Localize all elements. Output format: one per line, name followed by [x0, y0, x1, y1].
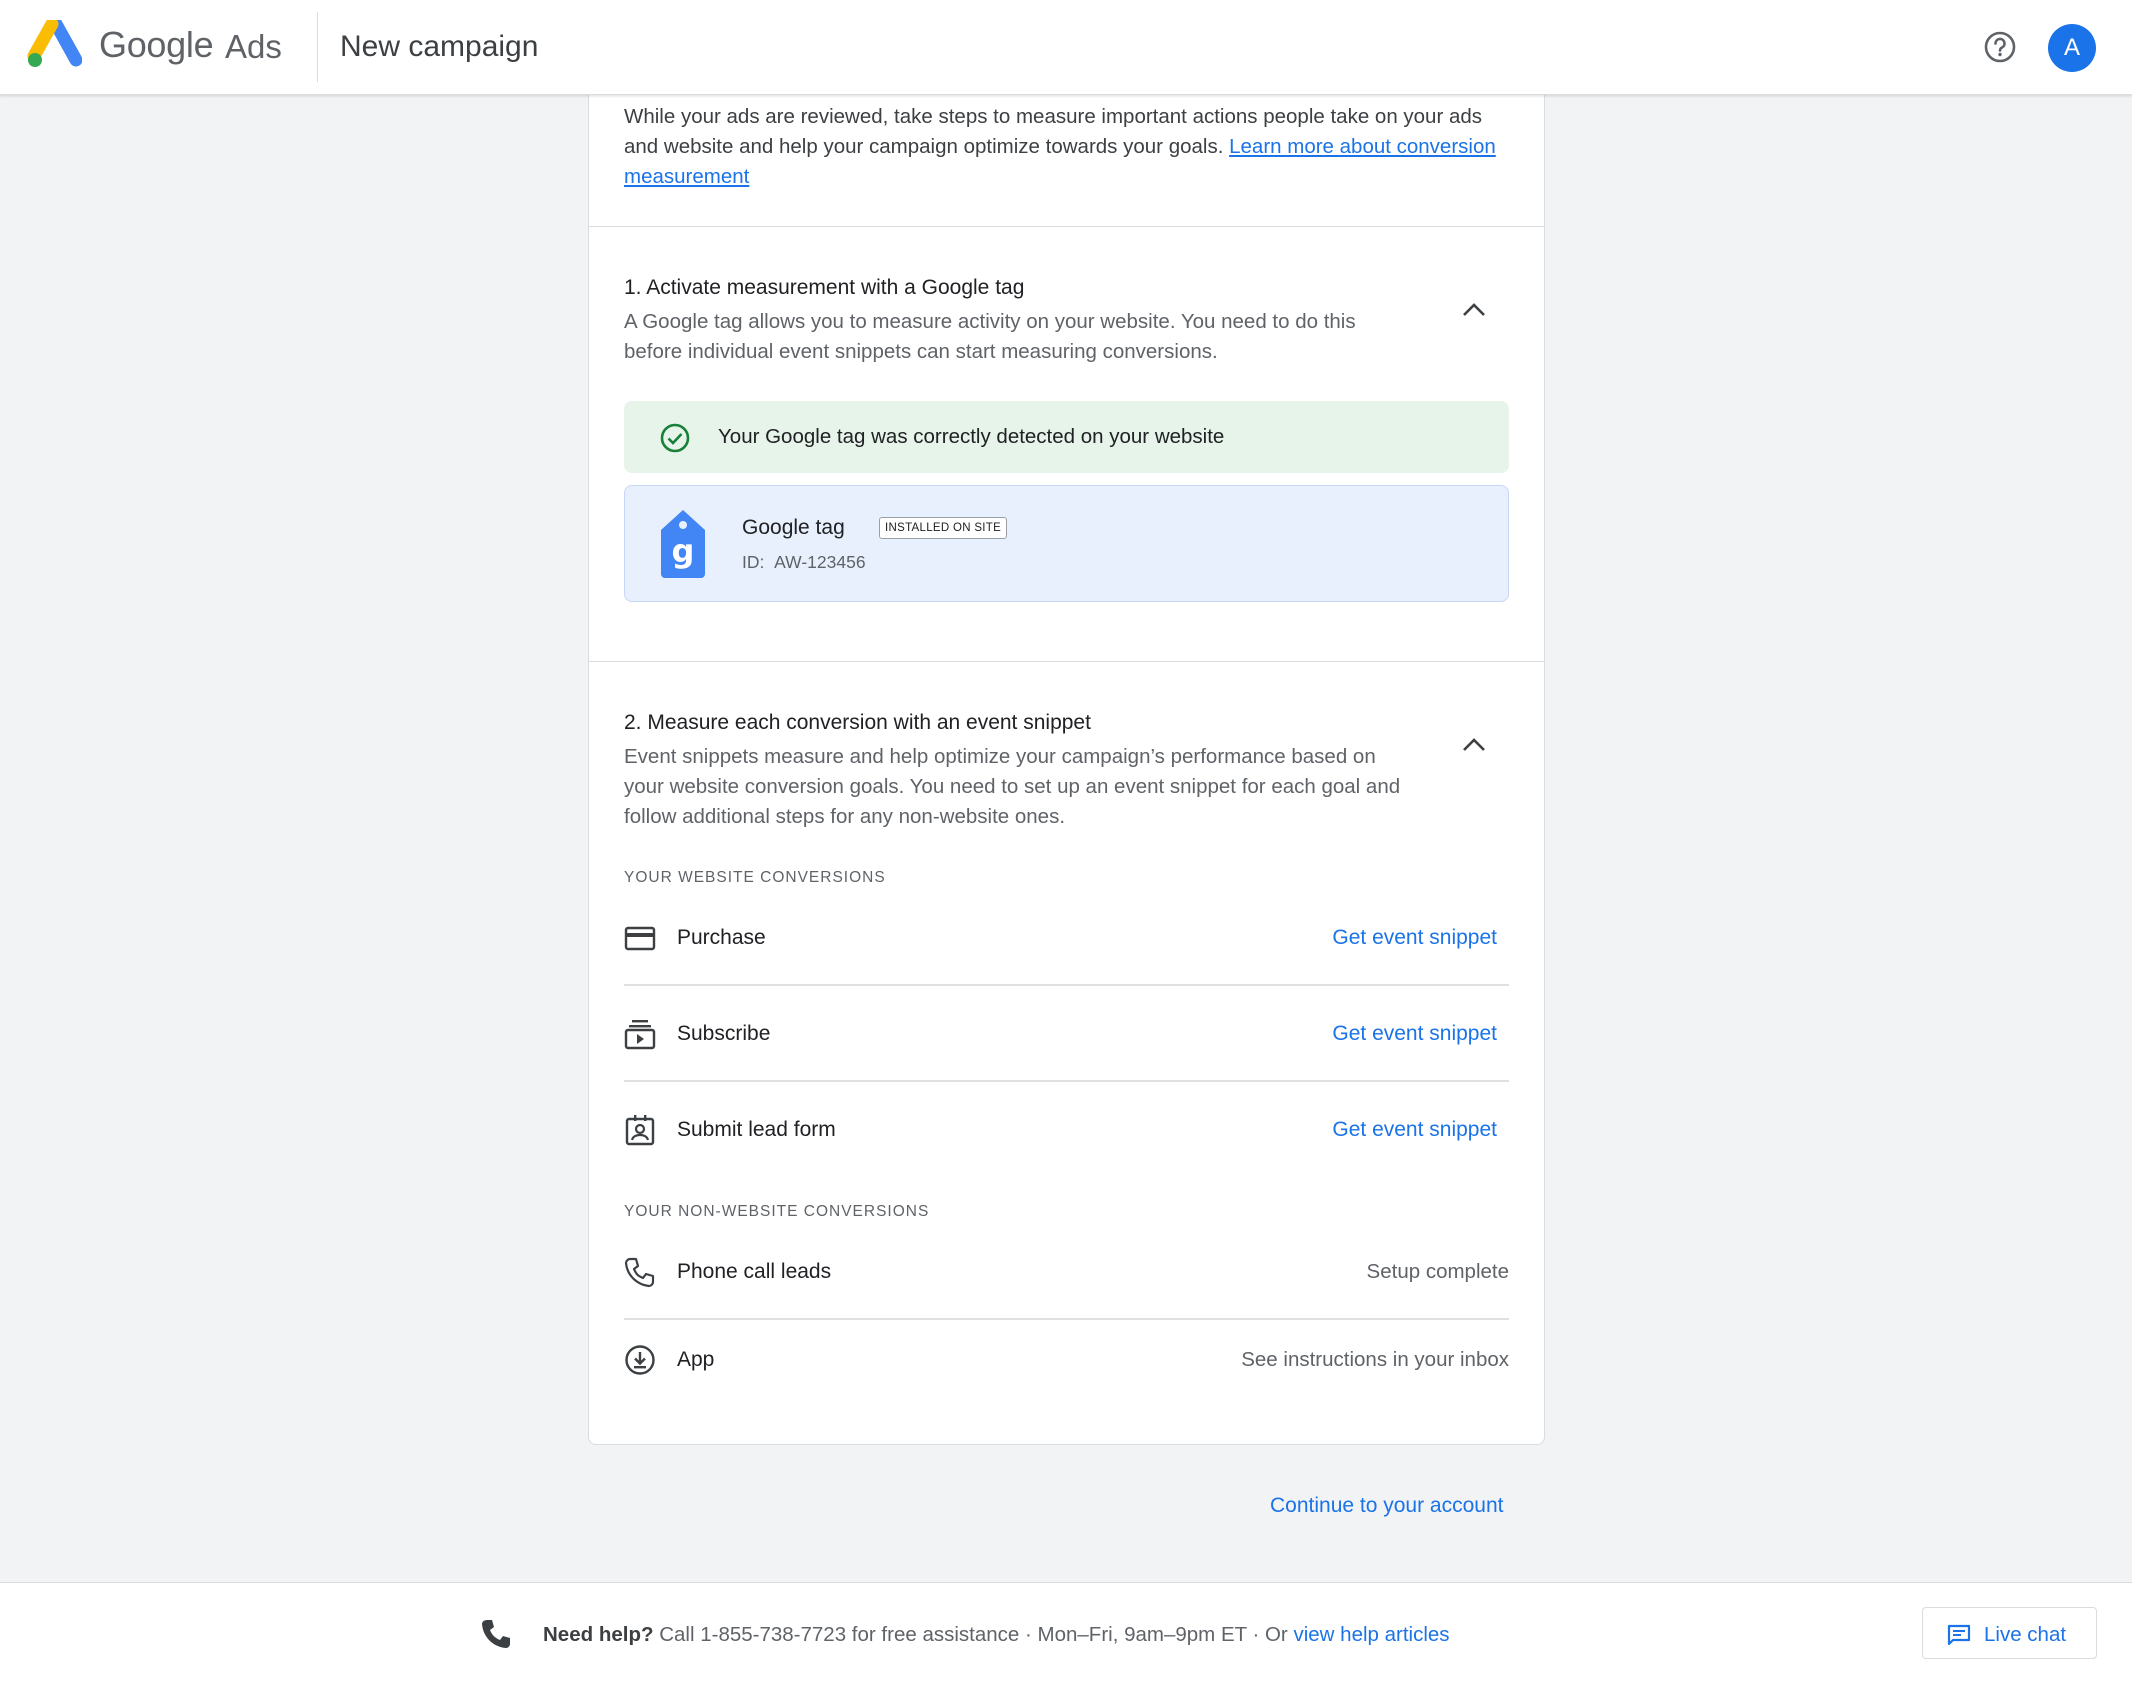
live-chat-label: Live chat — [1984, 1623, 2067, 1646]
get-event-snippet-link[interactable]: Get event snippet — [1332, 926, 1497, 950]
list-item-subscribe: Subscribe Get event snippet — [624, 1014, 1509, 1054]
phone-icon — [482, 1620, 510, 1648]
tag-id-value: AW-123456 — [774, 552, 866, 572]
non-website-conversions-label: YOUR NON-WEBSITE CONVERSIONS — [624, 1203, 930, 1220]
list-item-app: App See instructions in your inbox — [624, 1340, 1509, 1380]
tag-id: ID: AW-123456 — [742, 552, 866, 573]
conversion-label: Purchase — [677, 926, 766, 949]
row-divider — [624, 1080, 1509, 1082]
brand-ads: Ads — [225, 28, 282, 65]
conversion-label: App — [677, 1348, 715, 1371]
conversion-label: Phone call leads — [677, 1260, 832, 1283]
conversion-label: Subscribe — [677, 1022, 771, 1045]
tag-detected-banner: Your Google tag was correctly detected o… — [624, 401, 1509, 473]
intro-text: While your ads are reviewed, take steps … — [624, 102, 1504, 192]
contact-card-icon — [625, 1115, 655, 1146]
tag-id-label: ID: — [742, 552, 765, 572]
header-divider — [317, 12, 318, 82]
chevron-up-icon[interactable] — [1458, 729, 1490, 761]
svg-text:g: g — [672, 532, 695, 570]
section-divider — [589, 661, 1544, 662]
brand-google: Google — [99, 24, 214, 65]
step1-description: A Google tag allows you to measure activ… — [624, 310, 1356, 363]
chat-icon — [1947, 1624, 1971, 1646]
help-text: Need help? Call 1-855-738-7723 for free … — [543, 1623, 1450, 1647]
conversion-status: See instructions in your inbox — [1241, 1348, 1509, 1371]
help-footer: Need help? Call 1-855-738-7723 for free … — [0, 1582, 2132, 1688]
list-item-purchase: Purchase Get event snippet — [624, 918, 1509, 958]
row-divider — [624, 1318, 1509, 1320]
row-divider — [624, 984, 1509, 986]
google-tag-card: g Google tag INSTALLED ON SITE ID: AW-12… — [624, 485, 1509, 602]
chevron-up-icon[interactable] — [1458, 294, 1490, 326]
tag-name: Google tag — [742, 516, 845, 539]
continue-to-account-link[interactable]: Continue to your account — [1270, 1494, 1503, 1518]
need-help-label: Need help? — [543, 1623, 654, 1646]
step2-description: Event snippets measure and help optimize… — [624, 745, 1401, 828]
top-app-bar: Google Ads New campaign A — [0, 0, 2132, 95]
account-avatar[interactable]: A — [2048, 24, 2096, 72]
conversion-label: Submit lead form — [677, 1118, 836, 1141]
list-item-phone-call-leads: Phone call leads Setup complete — [624, 1252, 1509, 1292]
help-circle-icon[interactable] — [1983, 30, 2017, 64]
phone-icon — [624, 1257, 655, 1288]
credit-card-icon — [624, 926, 656, 951]
get-event-snippet-link[interactable]: Get event snippet — [1332, 1022, 1497, 1046]
section-divider — [589, 226, 1544, 227]
check-circle-icon — [660, 423, 690, 453]
success-message: Your Google tag was correctly detected o… — [718, 425, 1225, 448]
page-title: New campaign — [340, 30, 539, 63]
view-help-articles-link[interactable]: view help articles — [1293, 1623, 1449, 1646]
get-event-snippet-link[interactable]: Get event snippet — [1332, 1118, 1497, 1142]
step1-title: 1. Activate measurement with a Google ta… — [624, 276, 1025, 299]
subscriptions-icon — [624, 1020, 656, 1050]
installed-badge: INSTALLED ON SITE — [879, 517, 1008, 539]
conversion-status: Setup complete — [1366, 1260, 1509, 1283]
google-ads-logo-icon[interactable] — [26, 20, 82, 70]
call-info: Call 1-855-738-7723 for free assistance … — [659, 1623, 1288, 1646]
download-circle-icon — [625, 1345, 655, 1375]
google-tag-icon: g — [661, 510, 705, 578]
step2-title: 2. Measure each conversion with an event… — [624, 711, 1091, 734]
live-chat-button[interactable]: Live chat — [1922, 1607, 2097, 1659]
list-item-submit-lead-form: Submit lead form Get event snippet — [624, 1110, 1509, 1150]
website-conversions-label: YOUR WEBSITE CONVERSIONS — [624, 869, 886, 886]
